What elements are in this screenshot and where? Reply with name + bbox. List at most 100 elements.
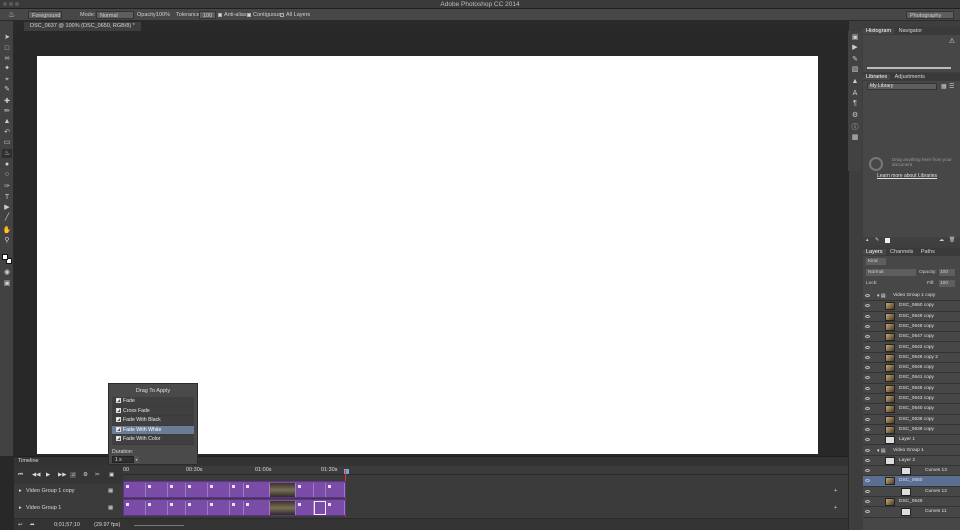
track-expand-icon[interactable]: ▸ (19, 505, 22, 511)
transition-item[interactable]: Fade (112, 397, 194, 407)
transition-icon[interactable]: ▣ (109, 472, 114, 478)
convert-frame-icon[interactable]: ↩ (18, 522, 23, 528)
render-icon[interactable]: ➦ (30, 522, 35, 528)
clip[interactable] (230, 483, 244, 497)
workspace-select[interactable]: Photography (906, 11, 954, 19)
layer-row[interactable]: DSC_0645 copy (863, 383, 960, 394)
paint-bucket-tool-icon[interactable]: ♨ (2, 149, 12, 158)
clip[interactable] (208, 501, 230, 515)
track-expand-icon[interactable]: ▸ (19, 488, 22, 494)
track-options-icon[interactable]: ▦ (108, 488, 113, 494)
tolerance-input[interactable]: 100 (199, 11, 217, 19)
play-icon[interactable]: ▶ (46, 472, 50, 478)
tab-layers[interactable]: Layers (863, 249, 886, 255)
layer-row[interactable]: Curves 13 (863, 466, 960, 477)
tab-libraries[interactable]: Libraries (863, 74, 891, 80)
next-frame-icon[interactable]: ▶▶ (58, 472, 66, 478)
blend-mode-select[interactable]: Normal (866, 269, 916, 276)
visibility-eye-icon[interactable] (865, 458, 870, 462)
layer-opacity-input[interactable]: 100 (939, 269, 955, 276)
clip[interactable] (244, 483, 270, 497)
layer-row[interactable]: Curves 12 (863, 486, 960, 497)
transition-item-selected[interactable]: Fade With White (112, 425, 194, 435)
quick-select-tool-icon[interactable]: ✦ (2, 64, 12, 73)
clip[interactable] (326, 483, 345, 497)
contiguous-checkbox[interactable]: Contiguous (247, 11, 281, 19)
visibility-eye-icon[interactable] (865, 427, 870, 431)
clone-source-icon[interactable]: ▲ (850, 77, 860, 86)
layer-row[interactable]: DSC_0649 (863, 497, 960, 508)
chevron-down-icon[interactable]: ▾ (134, 455, 139, 463)
visibility-eye-icon[interactable] (865, 489, 870, 493)
tab-histogram[interactable]: Histogram (863, 28, 895, 34)
layer-row[interactable]: DSC_0643 copy (863, 394, 960, 405)
visibility-eye-icon[interactable] (865, 479, 870, 483)
shape-tool-icon[interactable]: ╱ (2, 213, 12, 222)
clip[interactable] (168, 501, 186, 515)
crop-tool-icon[interactable]: ⌖ (2, 75, 12, 84)
clip[interactable] (244, 501, 270, 515)
clip[interactable] (326, 501, 345, 515)
history-brush-tool-icon[interactable]: ↶ (2, 128, 12, 137)
zoom-slider[interactable] (134, 525, 184, 526)
clip-selected[interactable] (314, 501, 326, 515)
layer-filter-select[interactable]: Kind (866, 258, 886, 265)
clip[interactable] (186, 501, 208, 515)
visibility-eye-icon[interactable] (865, 438, 870, 442)
clip[interactable] (124, 483, 146, 497)
brush-tool-icon[interactable]: ✏ (2, 107, 12, 116)
layer-row[interactable]: Layer 2 (863, 455, 960, 467)
prev-frame-icon[interactable]: ◀◀ (32, 472, 40, 478)
duration-input[interactable]: 1 s (112, 455, 134, 463)
video-track-bottom[interactable] (123, 499, 346, 516)
path-select-tool-icon[interactable]: ▶ (2, 203, 12, 212)
transition-item[interactable]: Fade With Black (112, 416, 194, 426)
properties-icon[interactable]: ⚙ (850, 111, 860, 120)
antialias-checkbox[interactable]: Anti-alias (218, 11, 247, 19)
visibility-eye-icon[interactable] (865, 304, 870, 308)
clip[interactable] (168, 483, 186, 497)
clip[interactable] (124, 501, 146, 515)
tab-channels[interactable]: Channels (887, 249, 916, 255)
visibility-eye-icon[interactable] (865, 407, 870, 411)
eraser-tool-icon[interactable]: ▭ (2, 138, 12, 147)
folder-icon[interactable]: ▾ ▤ (877, 291, 886, 300)
layer-row[interactable]: DSC_0647 copy (863, 332, 960, 343)
add-media-icon[interactable]: + (834, 488, 837, 494)
transition-item[interactable]: Fade With Color (112, 435, 194, 445)
history-panel-icon[interactable]: ▣ (850, 33, 860, 42)
paragraph-panel-icon[interactable]: ¶ (850, 99, 860, 108)
healing-brush-tool-icon[interactable]: ✚ (2, 97, 12, 106)
visibility-eye-icon[interactable] (865, 376, 870, 380)
foreground-color-swatch[interactable] (2, 254, 8, 260)
color-icon[interactable] (885, 238, 890, 243)
clip-thumbnail[interactable] (270, 483, 296, 497)
layer-row[interactable]: Layer 1 (863, 435, 960, 446)
brush-icon[interactable]: ✎ (875, 237, 879, 243)
type-tool-icon[interactable]: T (2, 193, 12, 202)
layer-row[interactable]: DSC_0650 copy (863, 301, 960, 312)
visibility-eye-icon[interactable] (865, 294, 870, 297)
opacity-value[interactable]: 100% (156, 11, 170, 19)
fill-source-select[interactable]: Foreground (28, 11, 62, 19)
layer-row[interactable]: Curves 11 (863, 507, 960, 518)
brush-panel-icon[interactable]: ✎ (850, 55, 860, 64)
tab-paths[interactable]: Paths (918, 249, 938, 255)
time-ruler[interactable]: 00 00:30s 01:00s 01:30s (123, 466, 848, 475)
layer-row[interactable]: DSC_0649 copy (863, 311, 960, 322)
learn-more-link[interactable]: Learn more about Libraries (877, 173, 937, 179)
visibility-eye-icon[interactable] (865, 448, 870, 452)
layer-group-row[interactable]: ▾ ▤ Video Group 1 copy (863, 291, 960, 302)
clip[interactable] (296, 501, 314, 515)
grid-view-icon[interactable]: ▦ (941, 83, 947, 90)
eyedropper-tool-icon[interactable]: ✎ (2, 85, 12, 94)
all-layers-checkbox[interactable]: All Layers (280, 11, 310, 19)
layer-row[interactable]: DSC_0646 copy 2 (863, 352, 960, 364)
layer-row[interactable]: DSC_0641 copy (863, 373, 960, 384)
tab-navigator[interactable]: Navigator (896, 28, 926, 34)
clip-thumbnail[interactable] (270, 501, 296, 515)
blur-tool-icon[interactable]: ● (2, 160, 12, 169)
layer-row[interactable]: DSC_0650 (863, 476, 960, 487)
dodge-tool-icon[interactable]: ○ (2, 170, 12, 179)
mode-select[interactable]: Normal (96, 11, 134, 19)
